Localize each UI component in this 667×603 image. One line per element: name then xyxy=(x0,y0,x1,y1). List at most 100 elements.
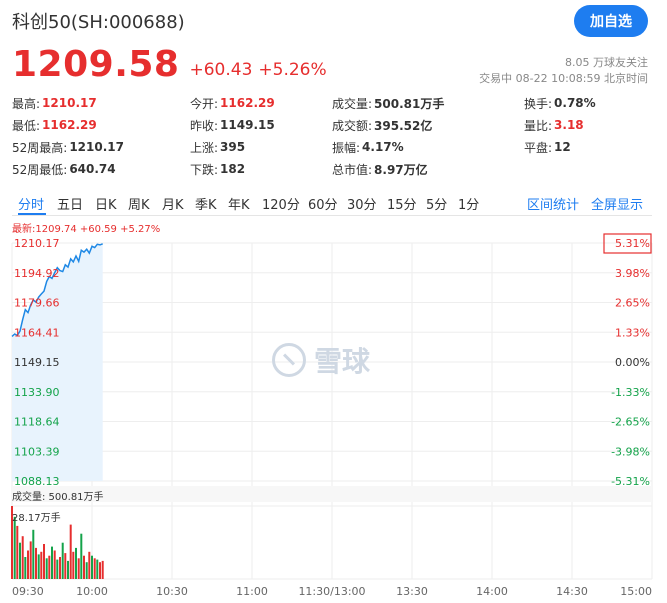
quote-cell: 成交量: 500.81万手 xyxy=(332,92,444,114)
volume-bar xyxy=(27,550,29,579)
quote-row: 52周最高: 1210.17 上涨: 395 振幅: 4.17% 平盘: 12 xyxy=(12,136,652,158)
tab-period[interactable]: 月K xyxy=(162,194,184,213)
volume-bar xyxy=(93,558,96,579)
quote-value: 500.81万手 xyxy=(374,96,445,111)
pct-tick-label: -2.65% xyxy=(611,416,650,429)
tab-period[interactable]: 周K xyxy=(128,194,150,213)
tab-period[interactable]: 分时 xyxy=(18,194,44,213)
quote-value: 1210.17 xyxy=(69,140,124,154)
x-tick-label: 10:30 xyxy=(156,585,188,598)
volume-bar xyxy=(32,529,35,579)
x-tick-label: 10:00 xyxy=(76,585,108,598)
range-stats-link[interactable]: 区间统计 xyxy=(527,194,579,213)
volume-bar xyxy=(59,557,61,579)
quote-cell: 最高: 1210.17 xyxy=(12,92,97,114)
quote-value: 395.52亿 xyxy=(374,118,433,133)
x-tick-label: 14:00 xyxy=(476,585,508,598)
quote-value: 395 xyxy=(220,140,246,154)
volume-bar xyxy=(75,547,77,579)
x-tick-label: 11:30/13:00 xyxy=(298,585,365,598)
volume-bar xyxy=(37,554,40,579)
x-tick-label: 14:30 xyxy=(556,585,588,598)
tab-period[interactable]: 60分 xyxy=(308,194,338,213)
price-row: 1209.58 +60.43 +5.26% xyxy=(12,42,327,86)
y-tick-label: 1179.66 xyxy=(14,297,60,310)
volume-bar xyxy=(40,551,43,579)
period-tabs: 区间统计 全屏显示 分时 五日 日K 周K 月K 季K 年K 120分 60分 30分 15分 5分 1… xyxy=(12,190,652,216)
x-tick-label: 15:00 xyxy=(620,585,652,598)
trade-status-time: 交易中 08-22 10:08:59 北京时间 xyxy=(479,72,648,85)
follower-count: 8.05 万球友关注 xyxy=(565,56,648,69)
volume-bar xyxy=(61,542,64,579)
volume-bar xyxy=(99,562,101,579)
tab-period[interactable]: 日K xyxy=(95,194,117,213)
quote-label: 最高: xyxy=(12,96,41,111)
quote-label: 下跌: xyxy=(190,162,219,177)
pct-tick-label: 0.00% xyxy=(615,356,650,369)
quote-label: 总市值: xyxy=(332,162,373,177)
tab-period[interactable]: 季K xyxy=(195,194,217,213)
volume-bar xyxy=(88,551,91,579)
volume-bar xyxy=(96,559,99,579)
y-tick-label: 1103.39 xyxy=(14,445,60,458)
volume-bar xyxy=(85,562,88,579)
volume-bar xyxy=(53,550,56,579)
volume-bar xyxy=(35,547,37,579)
volume-bar xyxy=(43,544,45,579)
quote-cell: 下跌: 182 xyxy=(190,158,245,180)
quote-row: 最高: 1210.17 今开: 1162.29 成交量: 500.81万手 换手: 0.78% xyxy=(12,92,652,114)
quote-label: 换手: xyxy=(524,96,553,111)
y-tick-label: 1149.15 xyxy=(14,356,60,369)
fullscreen-link[interactable]: 全屏显示 xyxy=(591,194,643,213)
quote-cell: 今开: 1162.29 xyxy=(190,92,275,114)
quote-label: 52周最低: xyxy=(12,162,68,177)
volume-bar xyxy=(91,555,93,579)
volume-bar xyxy=(77,558,80,579)
tab-period[interactable]: 5分 xyxy=(426,194,447,213)
volume-bar xyxy=(69,524,72,579)
xueqiu-watermark: 雪球 xyxy=(272,340,370,380)
add-watchlist-button[interactable]: 加自选 xyxy=(574,5,648,37)
volume-bar xyxy=(101,560,104,579)
quote-label: 量比: xyxy=(524,118,553,133)
quote-value: 12 xyxy=(554,140,571,154)
x-tick-label: 13:30 xyxy=(396,585,428,598)
volume-bar xyxy=(56,559,59,579)
active-tab-underline xyxy=(18,213,46,215)
quote-label: 52周最高: xyxy=(12,140,68,155)
volume-bar xyxy=(45,558,48,579)
latest-quote-label: 最新:1209.74 +60.59 +5.27% xyxy=(12,224,161,235)
quote-value: 182 xyxy=(220,162,246,176)
y-tick-label: 1194.92 xyxy=(14,267,60,280)
quote-cell: 成交额: 395.52亿 xyxy=(332,114,432,136)
quote-cell: 昨收: 1149.15 xyxy=(190,114,275,136)
quote-label: 上涨: xyxy=(190,140,219,155)
tab-period[interactable]: 五日 xyxy=(57,194,83,213)
quote-value: 1162.29 xyxy=(42,118,97,132)
volume-bar xyxy=(29,541,32,579)
volume-bar xyxy=(21,536,24,579)
tab-period[interactable]: 年K xyxy=(228,194,250,213)
volume-bar xyxy=(67,560,69,579)
tab-period[interactable]: 120分 xyxy=(262,194,300,213)
intraday-chart[interactable]: 1210.17 1194.92 1179.66 1164.41 1149.15 1133.… xyxy=(0,216,667,603)
volume-label: 成交量: 500.81万手 xyxy=(12,492,104,503)
quote-value: 1210.17 xyxy=(42,96,97,110)
quote-value: 0.78% xyxy=(554,96,596,110)
quote-cell: 量比: 3.18 xyxy=(524,114,584,136)
quote-value: 8.97万亿 xyxy=(374,162,428,177)
pct-tick-label: 2.65% xyxy=(615,297,650,310)
quote-cell: 振幅: 4.17% xyxy=(332,136,404,158)
quote-label: 振幅: xyxy=(332,140,361,155)
quote-row: 最低: 1162.29 昨收: 1149.15 成交额: 395.52亿 量比: 3.18 xyxy=(12,114,652,136)
quote-label: 成交额: xyxy=(332,118,373,133)
quote-cell: 换手: 0.78% xyxy=(524,92,596,114)
quote-label: 成交量: xyxy=(332,96,373,111)
tab-period[interactable]: 15分 xyxy=(387,194,417,213)
tab-period[interactable]: 30分 xyxy=(347,194,377,213)
pct-tick-label: -5.31% xyxy=(611,475,650,488)
quote-cell: 最低: 1162.29 xyxy=(12,114,97,136)
quote-value: 1162.29 xyxy=(220,96,275,110)
quote-label: 最低: xyxy=(12,118,41,133)
tab-period[interactable]: 1分 xyxy=(458,194,479,213)
